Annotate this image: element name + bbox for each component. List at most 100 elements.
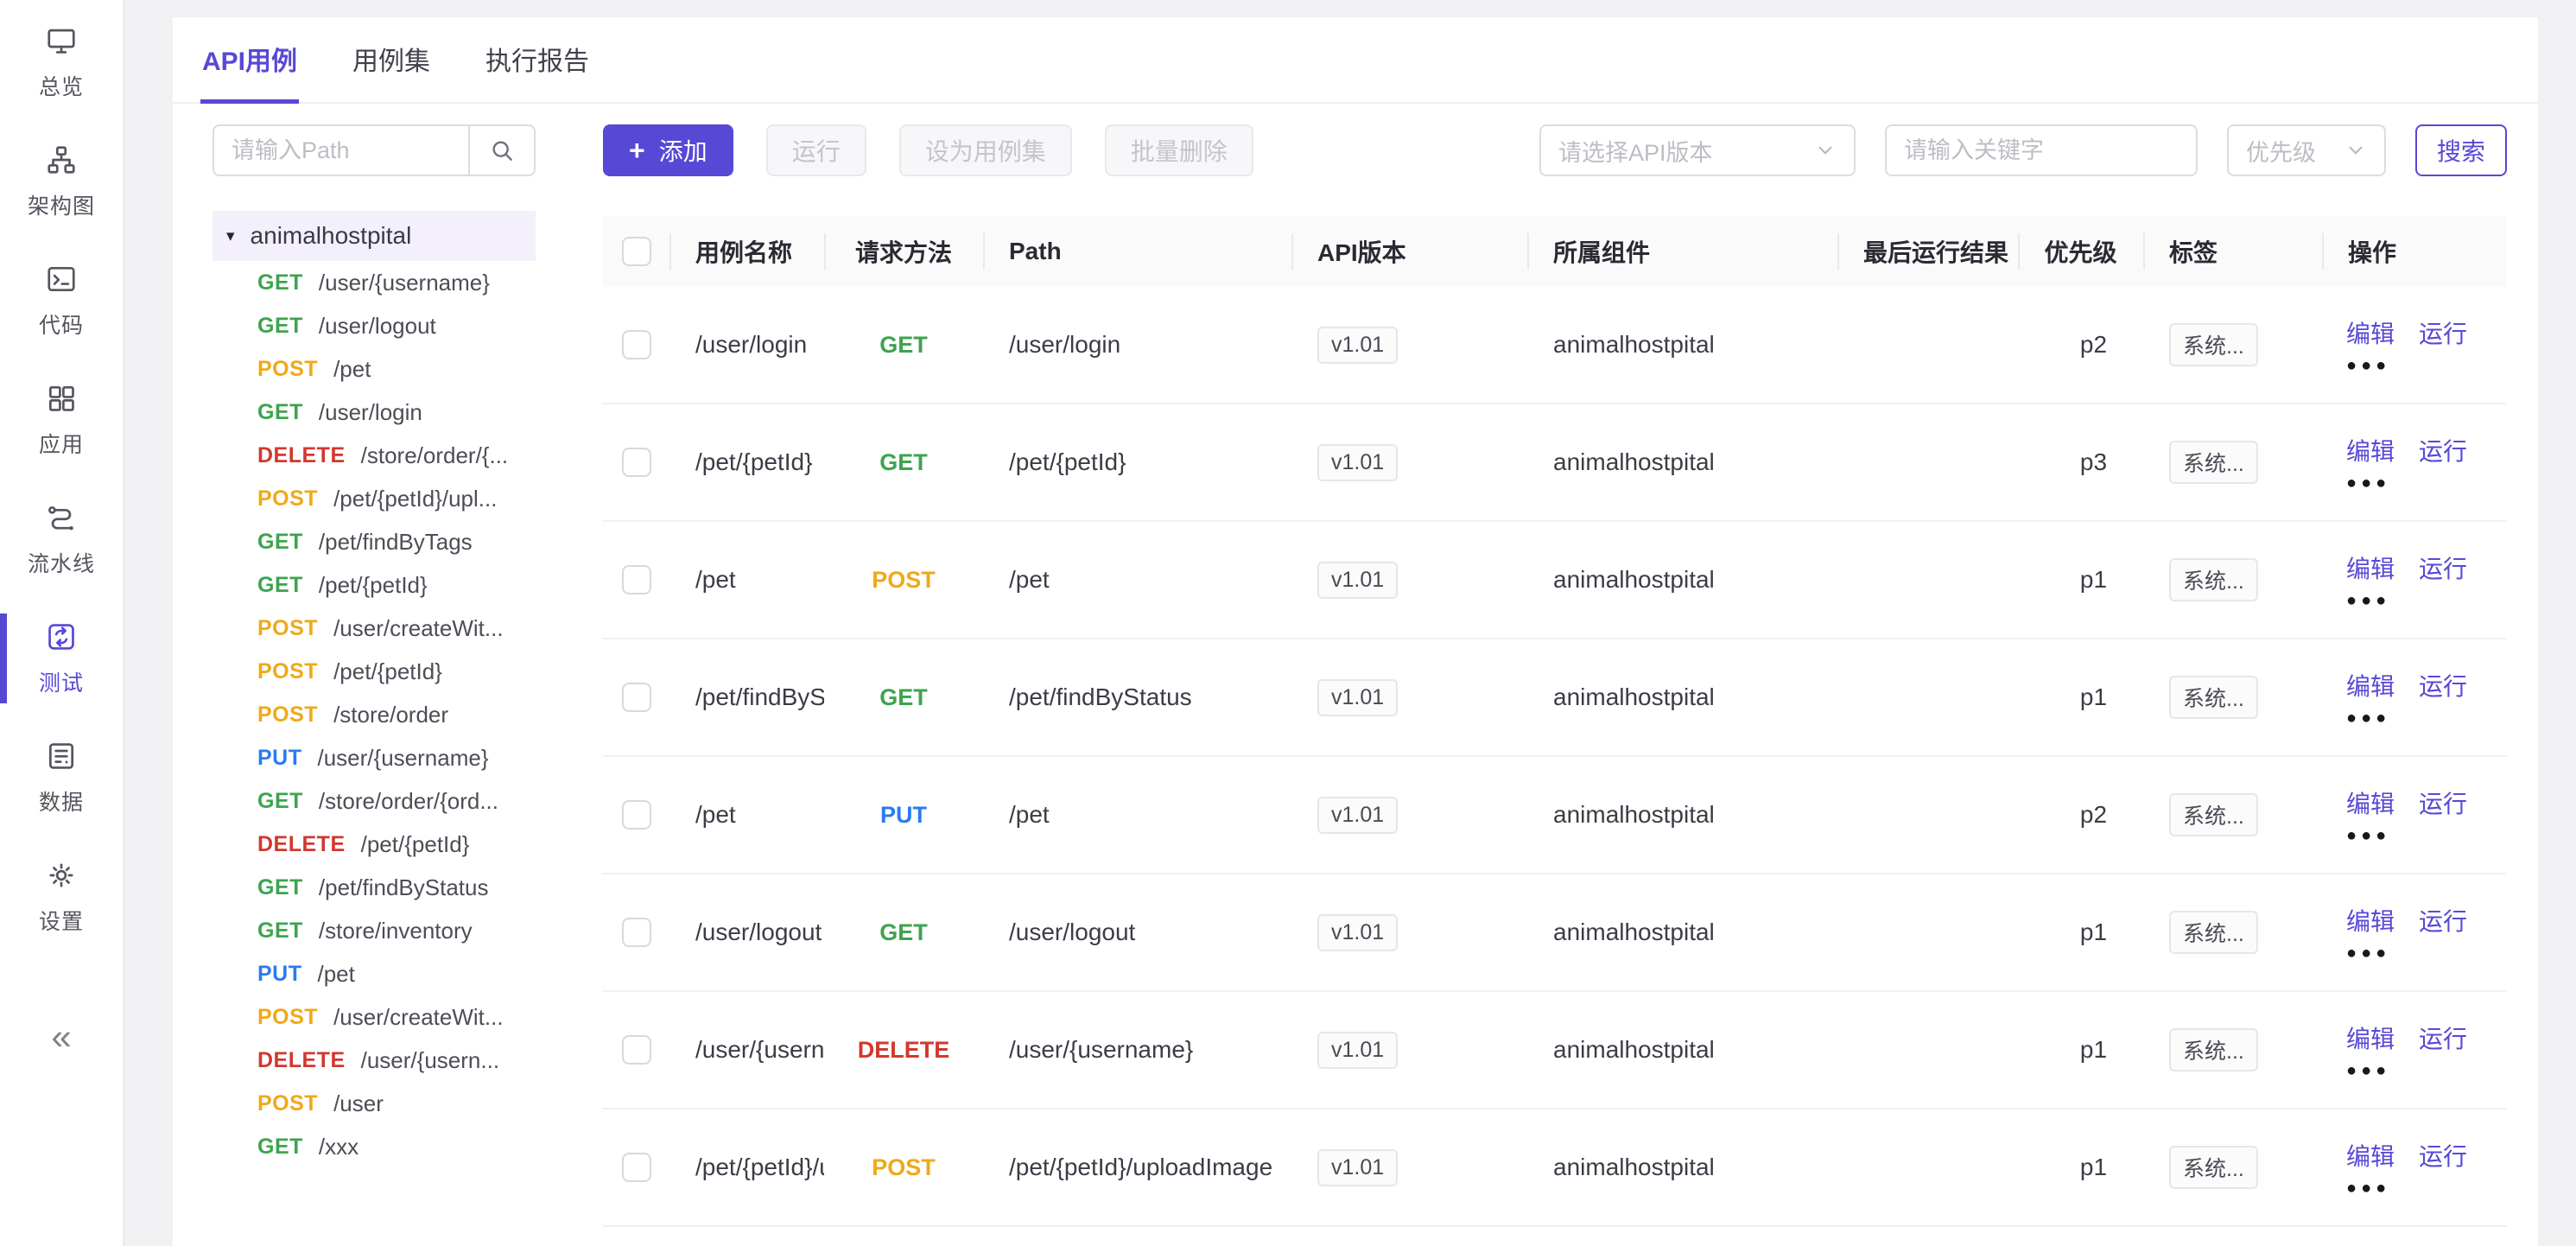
tree-item[interactable]: GET /store/inventory	[213, 909, 536, 952]
tree-item-path: /pet	[333, 356, 371, 383]
cell-path: /user/logout	[983, 874, 1291, 990]
chevron-down-icon	[1814, 139, 1837, 162]
edit-link[interactable]: 编辑	[2346, 903, 2395, 938]
row-checkbox[interactable]	[622, 1153, 651, 1182]
tree-item-path: /user/{usern...	[361, 1047, 499, 1074]
row-checkbox[interactable]	[622, 800, 651, 830]
tree-item[interactable]: DELETE /store/order/{...	[213, 434, 536, 477]
sidebar-item-architecture[interactable]: 架构图	[0, 140, 123, 223]
run-button[interactable]: 运行	[766, 124, 866, 176]
tree-item[interactable]: POST /pet/{petId}	[213, 650, 536, 693]
tree-item[interactable]: GET /pet/findByTags	[213, 520, 536, 563]
more-icon[interactable]: ●●●	[2346, 474, 2390, 492]
row-checkbox[interactable]	[622, 683, 651, 712]
edit-link[interactable]: 编辑	[2346, 785, 2395, 820]
tree-item[interactable]: GET /store/order/{ord...	[213, 779, 536, 823]
tree-item[interactable]: POST /pet/{petId}/upl...	[213, 477, 536, 520]
sidebar-item-test[interactable]: 测试	[0, 617, 123, 700]
tag-badge[interactable]: 系统...	[2169, 1146, 2258, 1189]
run-link[interactable]: 运行	[2419, 1138, 2467, 1173]
sidebar-item-code[interactable]: 代码	[0, 259, 123, 342]
tag-badge[interactable]: 系统...	[2169, 676, 2258, 719]
batch-delete-button[interactable]: 批量删除	[1105, 124, 1253, 176]
tab-执行报告[interactable]: 执行报告	[484, 17, 591, 104]
row-checkbox[interactable]	[622, 918, 651, 947]
add-button[interactable]: + 添加	[603, 124, 733, 176]
edit-link[interactable]: 编辑	[2346, 1020, 2395, 1055]
table-row: /pet/findBySt... GET /pet/findByStatus v…	[603, 639, 2507, 757]
keyword-input[interactable]	[1885, 124, 2198, 176]
cell-priority: p1	[2018, 874, 2143, 990]
more-icon[interactable]: ●●●	[2346, 827, 2390, 844]
search-icon	[488, 137, 516, 164]
sidebar-item-data[interactable]: 数据	[0, 736, 123, 819]
row-checkbox[interactable]	[622, 330, 651, 359]
sidebar-item-settings[interactable]: 设置	[0, 855, 123, 938]
tree-item[interactable]: POST /store/order	[213, 693, 536, 736]
tree-item-path: /pet/{petId}	[319, 572, 428, 599]
more-icon[interactable]: ●●●	[2346, 1179, 2390, 1197]
tree-item[interactable]: GET /pet/findByStatus	[213, 866, 536, 909]
run-link[interactable]: 运行	[2419, 315, 2467, 350]
cell-actions: 编辑 运行 ●●●	[2322, 992, 2505, 1108]
tree-item[interactable]: DELETE /user/{usern...	[213, 1039, 536, 1082]
tree-item-path: /pet	[318, 961, 355, 988]
tree-item[interactable]: GET /user/logout	[213, 304, 536, 347]
more-icon[interactable]: ●●●	[2346, 709, 2390, 727]
run-link[interactable]: 运行	[2419, 668, 2467, 702]
set-suite-button[interactable]: 设为用例集	[899, 124, 1072, 176]
run-link[interactable]: 运行	[2419, 785, 2467, 820]
row-checkbox[interactable]	[622, 1035, 651, 1065]
run-link[interactable]: 运行	[2419, 903, 2467, 938]
tree-item[interactable]: POST /user/createWit...	[213, 995, 536, 1039]
edit-link[interactable]: 编辑	[2346, 433, 2395, 467]
edit-link[interactable]: 编辑	[2346, 550, 2395, 585]
tag-badge[interactable]: 系统...	[2169, 793, 2258, 836]
tag-badge[interactable]: 系统...	[2169, 911, 2258, 954]
tag-badge[interactable]: 系统...	[2169, 441, 2258, 484]
tree-item[interactable]: POST /user/createWit...	[213, 607, 536, 650]
cell-actions: 编辑 运行 ●●●	[2322, 522, 2505, 638]
tree-item[interactable]: POST /user	[213, 1082, 536, 1125]
run-link[interactable]: 运行	[2419, 433, 2467, 467]
tree-item[interactable]: GET /pet/{petId}	[213, 563, 536, 607]
tree-item[interactable]: GET /user/login	[213, 391, 536, 434]
path-search-button[interactable]	[468, 124, 536, 176]
tab-用例集[interactable]: 用例集	[351, 17, 432, 104]
more-icon[interactable]: ●●●	[2346, 592, 2390, 609]
tree-item[interactable]: PUT /user/{username}	[213, 736, 536, 779]
tag-badge[interactable]: 系统...	[2169, 1028, 2258, 1071]
more-icon[interactable]: ●●●	[2346, 357, 2390, 374]
tree-root-animalhostpital[interactable]: ▾ animalhostpital	[213, 211, 536, 261]
tree-item[interactable]: PUT /pet	[213, 952, 536, 995]
run-link[interactable]: 运行	[2419, 1020, 2467, 1055]
more-icon[interactable]: ●●●	[2346, 944, 2390, 962]
tag-badge[interactable]: 系统...	[2169, 558, 2258, 601]
sidebar-item-monitor[interactable]: 总览	[0, 21, 123, 104]
api-version-select[interactable]: 请选择API版本	[1539, 124, 1856, 176]
tree-item[interactable]: GET /xxx	[213, 1125, 536, 1168]
cell-last-result	[1837, 874, 2018, 990]
edit-link[interactable]: 编辑	[2346, 315, 2395, 350]
tag-badge[interactable]: 系统...	[2169, 323, 2258, 366]
priority-select[interactable]: 优先级	[2227, 124, 2386, 176]
tree-item[interactable]: POST /pet	[213, 347, 536, 391]
cell-method: GET	[824, 287, 983, 403]
tree-item-method: POST	[257, 659, 318, 684]
sidebar-item-pipeline[interactable]: 流水线	[0, 498, 123, 581]
tab-API用例[interactable]: API用例	[200, 17, 299, 104]
row-checkbox[interactable]	[622, 565, 651, 594]
row-checkbox[interactable]	[622, 448, 651, 477]
tree-item[interactable]: DELETE /pet/{petId}	[213, 823, 536, 866]
edit-link[interactable]: 编辑	[2346, 668, 2395, 702]
select-all-checkbox[interactable]	[622, 237, 651, 266]
sidebar-item-apps[interactable]: 应用	[0, 378, 123, 461]
path-search-input[interactable]	[213, 124, 468, 176]
more-icon[interactable]: ●●●	[2346, 1062, 2390, 1079]
run-link[interactable]: 运行	[2419, 550, 2467, 585]
tree-item-path: /store/order	[333, 702, 448, 728]
collapse-sidebar-icon[interactable]: «	[0, 1016, 123, 1058]
tree-item[interactable]: GET /user/{username}	[213, 261, 536, 304]
edit-link[interactable]: 编辑	[2346, 1138, 2395, 1173]
search-button[interactable]: 搜索	[2415, 124, 2507, 176]
